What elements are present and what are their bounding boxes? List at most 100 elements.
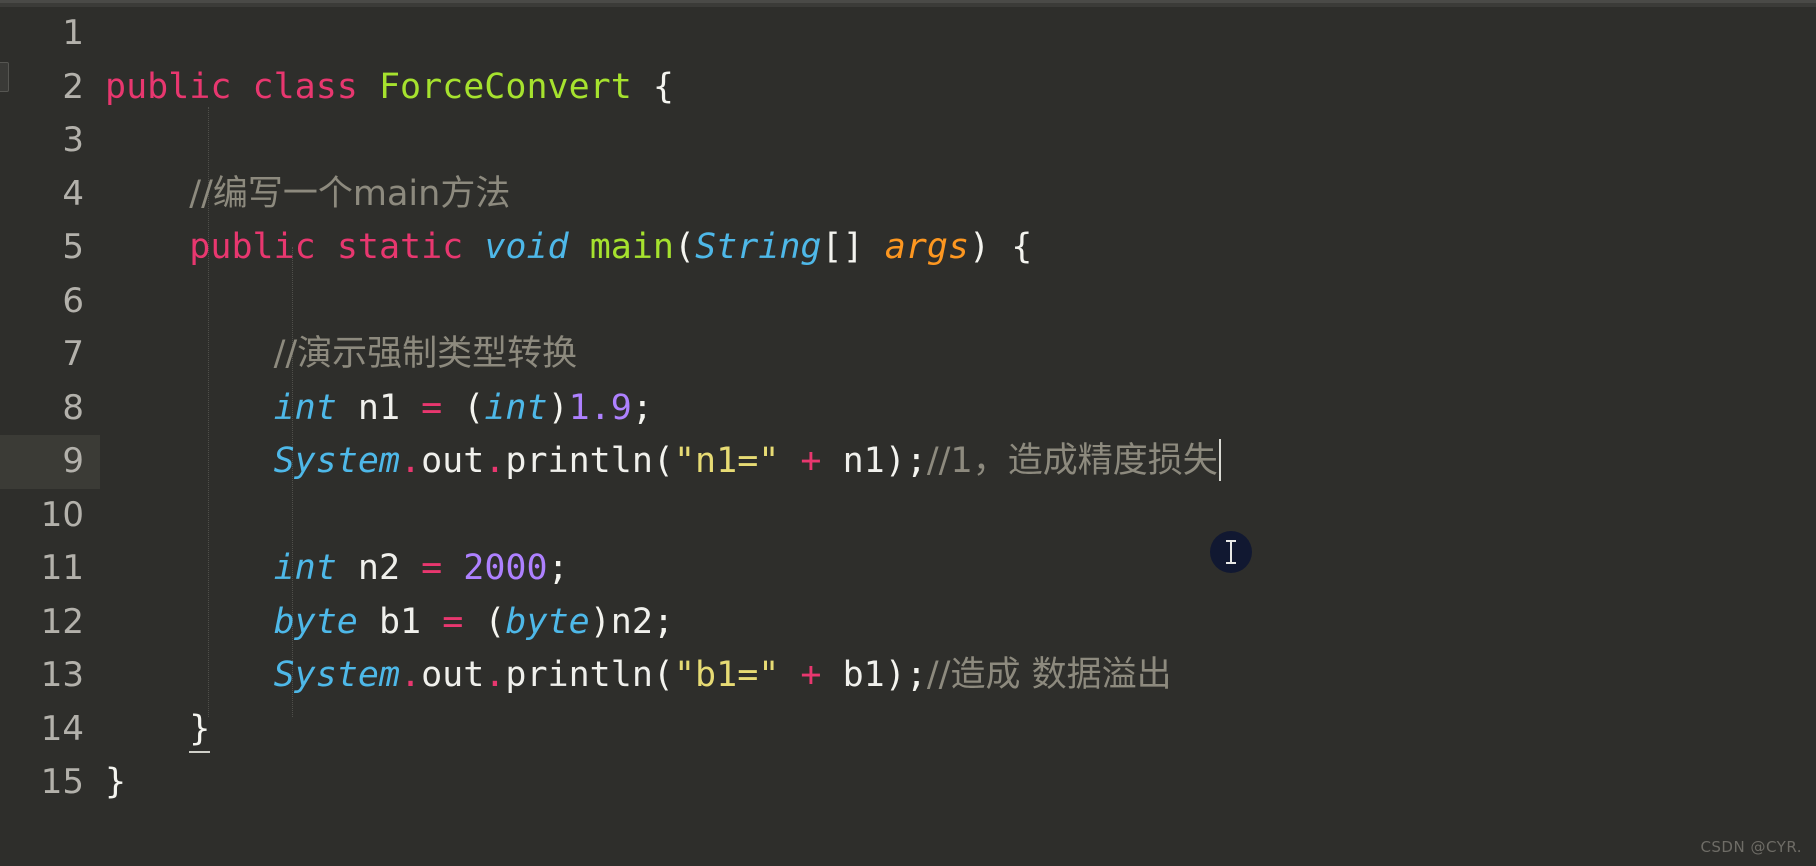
line-content[interactable] (100, 489, 1816, 543)
code-line[interactable]: 5 public static void main(String[] args)… (0, 221, 1816, 275)
token-lparen: ( (674, 227, 696, 267)
token-dot: . (400, 441, 422, 481)
line-content[interactable] (100, 7, 1816, 61)
line-content[interactable]: System.out.println("n1=" + n1);//1，造成精度损… (100, 435, 1816, 489)
token-rparen: ) (884, 441, 906, 481)
code-line[interactable]: 4 //编写一个main方法 (0, 168, 1816, 222)
token-assign-operator: = (421, 548, 443, 588)
code-line[interactable]: 12 byte b1 = (byte)n2; (0, 596, 1816, 650)
line-content[interactable]: } (100, 703, 1816, 757)
line-number[interactable]: 13 (0, 649, 100, 703)
token-lparen: ( (652, 441, 674, 481)
line-number[interactable]: 8 (0, 382, 100, 436)
code-line-current[interactable]: 9 System.out.println("n1=" + n1);//1，造成精… (0, 435, 1816, 489)
code-area[interactable]: 1 2 public class ForceConvert { 3 4 //编写… (0, 7, 1816, 866)
token-number-literal: 2000 (463, 548, 548, 588)
token-semicolon: ; (905, 655, 927, 695)
token-comment: //1，造成精度损失 (926, 441, 1218, 481)
line-number[interactable]: 5 (0, 221, 100, 275)
code-line[interactable]: 1 (0, 7, 1816, 61)
token-assign-operator: = (442, 601, 464, 642)
code-line[interactable]: 8 int n1 = (int)1.9; (0, 382, 1816, 436)
token-keyword-class: class (252, 66, 358, 107)
line-number[interactable]: 7 (0, 328, 100, 382)
token-comment: //编写一个main方法 (189, 173, 511, 214)
token-dot: . (400, 655, 422, 695)
code-line[interactable]: 13 System.out.println("b1=" + b1);//造成 数… (0, 649, 1816, 703)
token-plus-operator: + (800, 655, 822, 695)
line-content[interactable]: public static void main(String[] args) { (100, 221, 1816, 275)
line-number[interactable]: 11 (0, 542, 100, 596)
token-semicolon: ; (631, 387, 653, 428)
token-variable-n1: n1 (357, 387, 401, 428)
line-content[interactable]: byte b1 = (byte)n2; (100, 596, 1816, 650)
line-number[interactable]: 3 (0, 114, 100, 168)
token-semicolon: ; (652, 601, 675, 642)
text-caret (1218, 439, 1221, 481)
line-number[interactable]: 6 (0, 275, 100, 329)
code-line[interactable]: 15 } (0, 756, 1816, 810)
token-class-system: System (273, 441, 401, 481)
line-number[interactable]: 15 (0, 756, 100, 810)
line-number[interactable]: 14 (0, 703, 100, 757)
token-type-int: int (273, 387, 337, 428)
line-content[interactable] (100, 275, 1816, 329)
line-content[interactable]: int n2 = 2000; (100, 542, 1816, 596)
token-dot: . (484, 655, 506, 695)
token-field-out: out (421, 441, 485, 481)
line-content[interactable]: } (100, 756, 1816, 810)
token-lparen: ( (652, 655, 674, 695)
line-number[interactable]: 2 (0, 61, 100, 115)
code-line[interactable]: 7 //演示强制类型转换 (0, 328, 1816, 382)
code-editor[interactable]: 1 2 public class ForceConvert { 3 4 //编写… (0, 0, 1816, 866)
code-line[interactable]: 11 int n2 = 2000; (0, 542, 1816, 596)
code-line[interactable]: 10 (0, 489, 1816, 543)
code-line[interactable]: 14 } (0, 703, 1816, 757)
line-content[interactable]: int n1 = (int)1.9; (100, 382, 1816, 436)
token-type-int: int (273, 548, 337, 588)
token-cast-lparen: ( (463, 387, 485, 428)
token-variable-n2: n2 (357, 548, 401, 588)
code-line[interactable]: 2 public class ForceConvert { (0, 61, 1816, 115)
line-number[interactable]: 10 (0, 489, 100, 543)
line-content[interactable] (100, 114, 1816, 168)
line-content[interactable]: //演示强制类型转换 (100, 328, 1816, 382)
line-content[interactable]: System.out.println("b1=" + b1);//造成 数据溢出 (100, 649, 1816, 703)
token-keyword-static: static (336, 227, 464, 267)
token-method-println: println (505, 655, 653, 695)
token-keyword-public: public (189, 227, 316, 267)
line-number-current[interactable]: 9 (0, 435, 100, 489)
token-plus-operator: + (800, 441, 822, 481)
line-number[interactable]: 4 (0, 168, 100, 222)
line-content[interactable]: public class ForceConvert { (100, 61, 1816, 115)
line-number[interactable]: 12 (0, 596, 100, 650)
token-type-byte: byte (273, 601, 358, 642)
token-open-brace: { (990, 227, 1033, 267)
code-line[interactable]: 6 (0, 275, 1816, 329)
token-cast-lparen: ( (484, 601, 506, 642)
line-number[interactable]: 1 (0, 7, 100, 61)
code-line[interactable]: 3 (0, 114, 1816, 168)
line-content[interactable]: //编写一个main方法 (100, 168, 1816, 222)
watermark: CSDN @CYR. (1700, 838, 1802, 856)
